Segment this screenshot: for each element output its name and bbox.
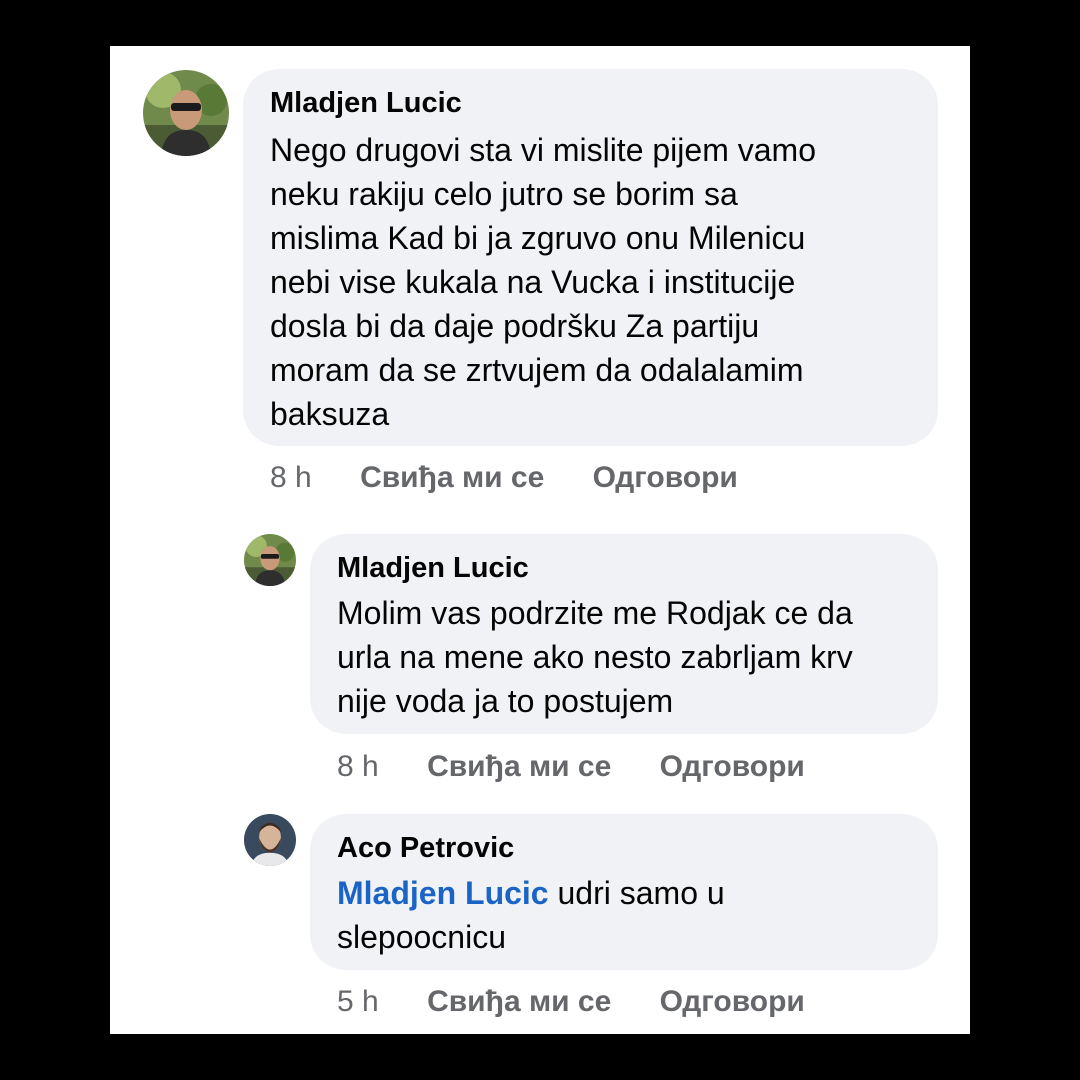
comment-text-line: baksuza <box>270 396 390 432</box>
comment-text-line: nebi vise kukala na Vucka i institucije <box>270 264 796 300</box>
comment-bubble: Mladjen Lucic Nego drugovi sta vi mislit… <box>243 69 938 446</box>
author-name[interactable]: Mladjen Lucic <box>337 552 529 585</box>
like-button[interactable]: Свиђа ми се <box>360 461 544 494</box>
comment-text-line: Nego drugovi sta vi mislite pijem vamo <box>270 132 816 168</box>
reply-button[interactable]: Одговори <box>660 985 805 1018</box>
reply-button[interactable]: Одговори <box>593 461 738 494</box>
comment-meta: 5 h Свиђа ми се Одговори <box>337 985 805 1019</box>
comment-text: Nego drugovi sta vi mislite pijem vamo n… <box>270 128 930 436</box>
timestamp[interactable]: 5 h <box>337 985 379 1018</box>
author-name[interactable]: Aco Petrovic <box>337 832 514 865</box>
like-button[interactable]: Свиђа ми се <box>427 750 611 783</box>
avatar[interactable] <box>143 70 229 156</box>
mention-link[interactable]: Mladjen Lucic <box>337 875 549 911</box>
comment-text-line: mislima Kad bi ja zgruvo onu Milenicu <box>270 220 806 256</box>
comment-meta: 8 h Свиђа ми се Одговори <box>270 461 738 495</box>
comment-text: Mladjen Lucic udri samo u slepoocnicu <box>337 871 932 959</box>
comment-text-line: slepoocnicu <box>337 919 506 955</box>
comment-meta: 8 h Свиђа ми се Одговори <box>337 750 805 784</box>
comment-bubble: Mladjen Lucic Molim vas podrzite me Rodj… <box>310 534 938 734</box>
comment-text-line: moram da se zrtvujem da odalalamim <box>270 352 804 388</box>
comment-text: Molim vas podrzite me Rodjak ce da urla … <box>337 591 932 723</box>
comment-text-line: Molim vas podrzite me Rodjak ce da <box>337 595 853 631</box>
comment-text-line: urla na mene ako nesto zabrljam krv <box>337 639 853 675</box>
comment-text-line: Mladjen Lucic udri samo u <box>337 871 932 915</box>
comment-text-line: neku rakiju celo jutro se borim sa <box>270 176 738 212</box>
like-button[interactable]: Свиђа ми се <box>427 985 611 1018</box>
comment-text-fragment: udri samo u <box>548 875 725 911</box>
author-name[interactable]: Mladjen Lucic <box>270 87 462 120</box>
profile-photo-man-sunglasses-icon <box>244 534 296 586</box>
profile-photo-bearded-man-icon <box>244 814 296 866</box>
comment-thread: Mladjen Lucic Nego drugovi sta vi mislit… <box>110 46 970 1034</box>
timestamp[interactable]: 8 h <box>270 461 312 494</box>
reply-button[interactable]: Одговори <box>660 750 805 783</box>
comment-text-line: nije voda ja to postujem <box>337 683 674 719</box>
avatar[interactable] <box>244 534 296 586</box>
timestamp[interactable]: 8 h <box>337 750 379 783</box>
comment-text-line: dosla bi da daje podršku Za partiju <box>270 308 760 344</box>
comment-bubble: Aco Petrovic Mladjen Lucic udri samo u s… <box>310 814 938 970</box>
avatar[interactable] <box>244 814 296 866</box>
profile-photo-man-sunglasses-icon <box>143 70 229 156</box>
